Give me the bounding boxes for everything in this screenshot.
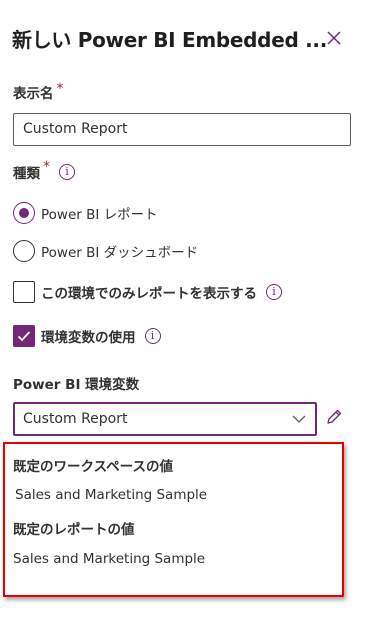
radio-report-label: Power BI レポート bbox=[41, 207, 158, 223]
pencil-icon[interactable] bbox=[324, 407, 344, 427]
default-workspace-label: 既定のワークスペースの値 bbox=[13, 459, 173, 475]
use-env-var-checkbox[interactable] bbox=[13, 325, 35, 347]
required-mark: * bbox=[43, 159, 50, 175]
env-only-checkbox[interactable] bbox=[13, 281, 35, 303]
display-name-label-text: 表示名 bbox=[13, 86, 54, 102]
required-mark: * bbox=[56, 81, 64, 97]
close-icon[interactable] bbox=[323, 27, 345, 49]
info-icon[interactable]: i bbox=[144, 328, 161, 344]
env-only-label: この環境でのみレポートを表示する bbox=[41, 286, 257, 302]
display-name-label: 表示名 * bbox=[13, 81, 64, 102]
env-var-label: Power BI 環境変数 bbox=[13, 377, 140, 393]
type-label-text: 種類 bbox=[13, 166, 40, 182]
env-only-checkbox-row[interactable]: この環境でのみレポートを表示する i bbox=[13, 281, 282, 303]
type-label: 種類 * i bbox=[13, 159, 75, 182]
info-icon[interactable]: i bbox=[59, 164, 75, 180]
env-var-selected: Custom Report bbox=[23, 411, 128, 427]
default-workspace-value: Sales and Marketing Sample bbox=[15, 487, 208, 503]
info-icon[interactable]: i bbox=[266, 284, 282, 300]
radio-button[interactable] bbox=[13, 240, 35, 262]
panel-title: 新しい Power BI Embedded ... bbox=[12, 28, 328, 52]
use-env-var-label: 環境変数の使用 bbox=[41, 330, 136, 346]
display-name-input[interactable]: Custom Report bbox=[13, 113, 351, 146]
radio-dashboard[interactable]: Power BI ダッシュボード bbox=[13, 240, 198, 262]
use-env-var-checkbox-row[interactable]: 環境変数の使用 i bbox=[13, 325, 161, 347]
radio-report[interactable]: Power BI レポート bbox=[13, 202, 158, 224]
chevron-down-icon bbox=[292, 415, 306, 423]
radio-dashboard-label: Power BI ダッシュボード bbox=[41, 245, 199, 261]
env-var-dropdown[interactable]: Custom Report bbox=[13, 402, 317, 436]
default-report-label: 既定のレポートの値 bbox=[13, 522, 135, 538]
checkmark-icon bbox=[17, 331, 31, 342]
default-report-value: Sales and Marketing Sample bbox=[13, 551, 206, 567]
radio-button-checked[interactable] bbox=[13, 202, 35, 224]
